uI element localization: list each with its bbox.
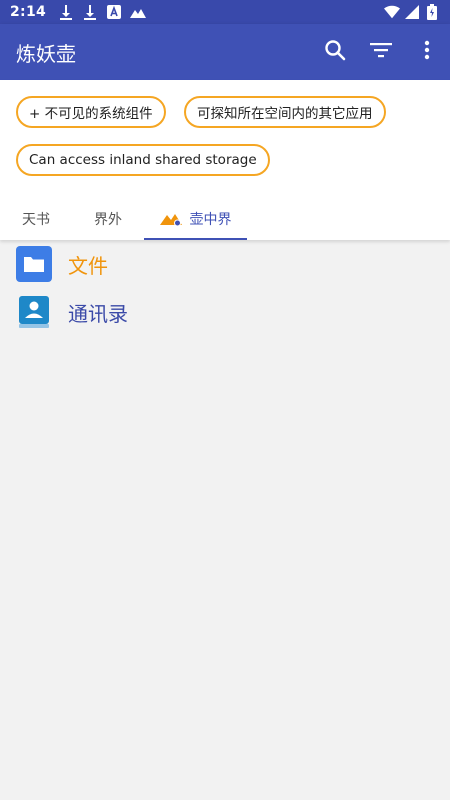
tab-label: 界外 [94,212,122,228]
search-icon [324,39,346,65]
content-list: 文件 通讯录 [0,240,450,800]
list-item-label: 通讯录 [68,301,128,326]
tab-bar: 天书 界外 壶中界 [0,198,450,240]
tab-label: 天书 [22,212,50,228]
tab-huzhongjie[interactable]: 壶中界 [144,198,247,240]
status-left: 2:14 [10,4,147,20]
tab-tianshu[interactable]: 天书 [0,198,72,240]
mountain-badge-icon [159,211,182,227]
more-options-button[interactable] [404,24,450,80]
status-right [384,4,440,20]
list-item-contacts[interactable]: 通讯录 [0,288,450,336]
app-bar: 炼妖壶 [0,24,450,80]
download-icon [58,4,74,20]
more-vert-icon [424,40,430,64]
filter-icon [370,42,392,62]
search-button[interactable] [312,24,358,80]
contacts-icon [16,294,52,330]
status-time: 2:14 [10,4,47,20]
font-icon [106,4,122,20]
chip-invisible-system-components[interactable]: + 不可见的系统组件 [16,96,166,128]
wifi-icon [384,4,400,20]
app-title: 炼妖壶 [16,41,76,66]
list-item-label: 文件 [68,253,108,278]
tab-jiewai[interactable]: 界外 [72,198,144,240]
app-actions [312,24,450,80]
list-item-files[interactable]: 文件 [0,240,450,288]
download-icon [82,4,98,20]
chip-can-detect-other-apps[interactable]: 可探知所在空间内的其它应用 [184,96,386,128]
filter-button[interactable] [358,24,404,80]
header-area: + 不可见的系统组件 可探知所在空间内的其它应用 Can access inla… [0,80,450,240]
folder-icon [16,246,52,282]
battery-icon [424,4,440,20]
status-bar: 2:14 [0,0,450,24]
chip-shared-storage[interactable]: Can access inland shared storage [16,144,270,176]
signal-icon [404,4,420,20]
mountain-icon [130,4,147,20]
tab-label: 壶中界 [189,212,232,228]
